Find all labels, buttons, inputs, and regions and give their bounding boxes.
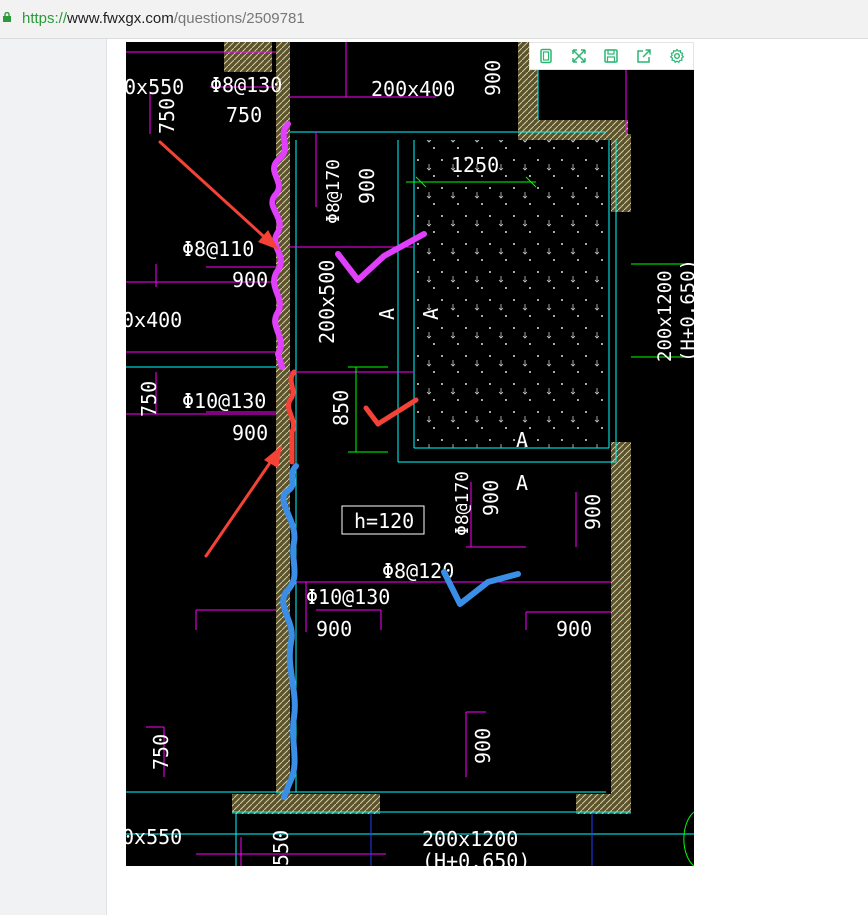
beam-elev-bottom: (H+0.650) [422,849,530,866]
rebar-10-130-a: Φ10@130 [182,389,266,413]
rebar-8-170-a: Φ8@170 [323,159,344,224]
beam-200x1200-bottom: 200x1200 [422,827,518,851]
beam-200x550-bottom: 0x550 [126,825,182,849]
blue-check-mark [441,569,521,607]
save-icon [604,49,619,63]
dim-900-top: 900 [481,60,505,96]
beam-200x400-left: 0x400 [126,308,182,332]
url-path: /questions/2509781 [173,10,305,27]
dim-900-g: 900 [556,617,592,641]
dim-900-a: 900 [355,168,379,204]
url-scheme: https:// [22,10,68,27]
section-A-1: A [375,308,399,320]
dim-900-h: 900 [471,728,495,764]
fullscreen-button[interactable] [563,42,596,70]
dim-900-d: 900 [479,480,503,516]
cad-drawing-viewer[interactable]: 0x550 Φ8@130 750 750 200x400 900 1250 Φ8… [126,42,694,866]
fit-page-icon [540,48,553,64]
share-button[interactable] [628,42,661,70]
dim-850: 850 [329,390,353,426]
url-host: www.fwxgx.com [67,10,174,27]
fit-page-button[interactable] [530,42,563,70]
cad-cyan-lines [126,42,694,866]
slab-thickness: h=120 [354,509,414,533]
beam-200x500: 200x500 [315,260,339,344]
settings-icon [669,48,684,64]
url-text[interactable]: https://www.fwxgx.com/questions/2509781 [22,10,305,27]
dim-900-e: 900 [581,494,605,530]
dim-550: 550 [269,830,293,866]
dim-750-a: 750 [226,103,262,127]
dim-900-c: 900 [232,421,268,445]
cad-slab [414,140,609,448]
browser-address-bar[interactable]: https://www.fwxgx.com/questions/2509781 [0,0,868,39]
beam-200x550-top: 0x550 [126,75,184,99]
beam-200x1200-right: 200x1200 [654,270,676,362]
rebar-10-130-b: Φ10@130 [306,585,390,609]
page-left-margin [0,39,106,915]
red-arrow-upper [158,140,279,250]
settings-button[interactable] [660,42,693,70]
red-check-mark [363,397,419,427]
beam-elev-right: (H+0.650) [677,259,694,362]
section-A-2: A [419,308,443,320]
dim-750-b: 750 [155,98,179,134]
magenta-check-mark [335,231,427,283]
dim-1250: 1250 [451,153,499,177]
red-arrow-lower [204,445,282,558]
cad-drawing: 0x550 Φ8@130 750 750 200x400 900 1250 Φ8… [126,42,694,866]
lock-icon [3,12,11,22]
dim-750-c: 750 [137,381,161,417]
beam-200x400-top: 200x400 [371,77,455,101]
fullscreen-icon [572,49,586,63]
share-icon [637,49,651,63]
viewer-toolbar [529,42,694,70]
rebar-8-170-b: Φ8@170 [452,471,473,536]
section-A-3: A [516,428,528,452]
page-divider [106,39,107,915]
dim-900-b: 900 [232,268,268,292]
dim-750-d: 750 [149,734,173,770]
save-button[interactable] [595,42,628,70]
dim-900-f: 900 [316,617,352,641]
rebar-8-130: Φ8@130 [210,73,282,97]
section-A-4: A [516,471,528,495]
rebar-8-110: Φ8@110 [182,237,254,261]
